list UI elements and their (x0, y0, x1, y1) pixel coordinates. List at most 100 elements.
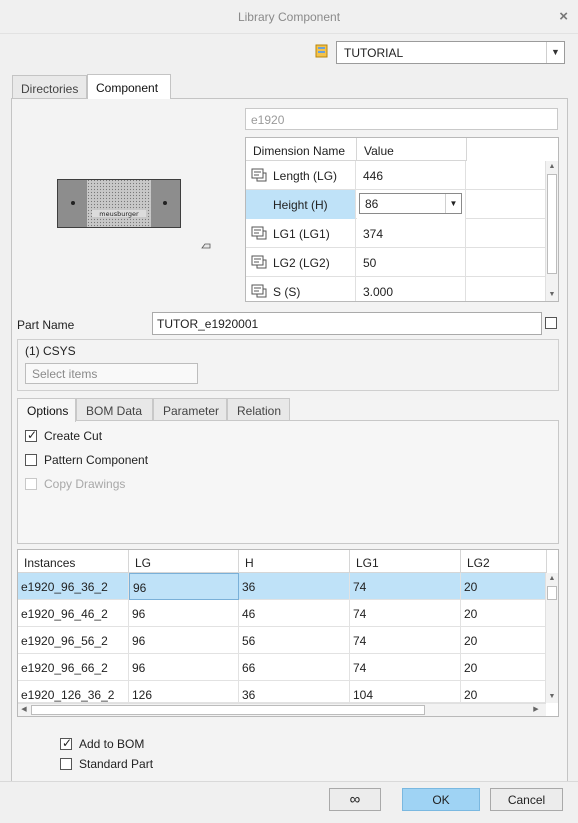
lg-cell[interactable]: 96 (129, 654, 239, 681)
lg1-cell[interactable]: 104 (350, 681, 461, 702)
instances-horizontal-scrollbar[interactable]: ◀ ▶ (18, 703, 546, 716)
part-name-input[interactable]: TUTOR_e1920001 (152, 312, 542, 335)
pattern-component-label: Pattern Component (44, 453, 149, 467)
standard-part-label: Standard Part (79, 757, 154, 771)
scroll-right-icon[interactable]: ▶ (530, 704, 542, 716)
tab-component[interactable]: Component (87, 74, 171, 99)
svg-text:meusburger: meusburger (99, 210, 139, 218)
dimension-name: LG2 (LG2) (246, 248, 356, 277)
scrollbar-thumb[interactable] (547, 174, 557, 274)
h-cell[interactable]: 66 (239, 654, 350, 681)
table-row[interactable]: e1920_126_36_2 126 36 104 20 (18, 681, 546, 703)
lg1-cell[interactable]: 74 (350, 573, 461, 600)
table-row[interactable]: e1920_96_56_2 96 56 74 20 (18, 627, 546, 654)
column-header-lg2[interactable]: LG2 (461, 550, 547, 573)
lg2-cell[interactable]: 20 (461, 627, 546, 654)
close-icon[interactable]: × (559, 8, 568, 25)
lg1-cell[interactable]: 74 (350, 654, 461, 681)
dimension-name: S (S) (246, 277, 356, 301)
table-row[interactable]: e1920_96_46_2 96 46 74 20 (18, 600, 546, 627)
copy-drawings-checkbox (25, 478, 37, 490)
ok-button[interactable]: OK (402, 788, 480, 811)
scrollbar-thumb[interactable] (31, 705, 425, 715)
library-dropdown-value: TUTORIAL (344, 46, 404, 60)
column-header-instances[interactable]: Instances (18, 550, 129, 573)
tab-relation[interactable]: Relation (227, 398, 290, 421)
lg2-cell[interactable]: 20 (461, 654, 546, 681)
dimension-value[interactable]: 3.000 (357, 277, 466, 301)
checkmark-icon: ✓ (27, 428, 38, 442)
scroll-down-icon[interactable]: ▼ (546, 289, 558, 301)
h-cell[interactable]: 46 (239, 600, 350, 627)
instance-name-cell: e1920_96_36_2 (18, 573, 129, 600)
window-title: Library Component (237, 10, 341, 24)
tab-directories[interactable]: Directories (12, 75, 87, 99)
title-bar: Library Component × (0, 0, 578, 34)
standard-part-checkbox[interactable] (60, 758, 72, 770)
lg2-cell[interactable]: 20 (461, 600, 546, 627)
scrollbar-thumb[interactable] (547, 586, 557, 600)
library-icon (315, 44, 328, 58)
add-to-bom-checkbox[interactable]: ✓ (60, 736, 72, 750)
scroll-up-icon[interactable]: ▲ (546, 573, 558, 585)
lg2-cell[interactable]: 20 (461, 573, 546, 600)
dimension-value-dropdown[interactable]: 86 ▼ (359, 193, 462, 214)
tab-parameter[interactable]: Parameter (153, 398, 227, 421)
preview-button[interactable]: ∞ (329, 788, 381, 811)
lg2-cell[interactable]: 20 (461, 681, 546, 702)
dimension-row[interactable]: Length (LG) 446 (246, 161, 547, 190)
h-cell[interactable]: 56 (239, 627, 350, 654)
dimension-row[interactable]: LG2 (LG2) 50 (246, 248, 547, 277)
dimension-value[interactable]: 446 (357, 161, 466, 190)
column-header-lg[interactable]: LG (129, 550, 239, 573)
pattern-component-checkbox[interactable] (25, 454, 37, 466)
column-header-dimension-name[interactable]: Dimension Name (246, 138, 357, 161)
h-cell[interactable]: 36 (239, 573, 350, 600)
eraser-icon (201, 243, 211, 249)
cancel-button[interactable]: Cancel (490, 788, 563, 811)
csys-label: (1) CSYS (25, 344, 76, 358)
scroll-left-icon[interactable]: ◀ (18, 704, 30, 716)
part-name-checkbox[interactable] (545, 317, 557, 329)
table-row[interactable]: e1920_96_66_2 96 66 74 20 (18, 654, 546, 681)
dimension-row-selected[interactable]: Height (H) 86 ▼ (246, 190, 547, 219)
part-name-label: Part Name (17, 318, 75, 332)
instances-vertical-scrollbar[interactable]: ▲ ▼ (545, 573, 558, 703)
column-header-h[interactable]: H (239, 550, 350, 573)
lg-cell[interactable]: 126 (129, 681, 239, 702)
instances-table: Instances LG H LG1 LG2 e1920_96_36_2 96 … (17, 549, 559, 717)
lg1-cell[interactable]: 74 (350, 600, 461, 627)
table-row-selected[interactable]: e1920_96_36_2 96 36 74 20 (18, 573, 546, 600)
h-cell[interactable]: 36 (239, 681, 350, 702)
chevron-down-icon[interactable]: ▼ (546, 42, 564, 63)
dimension-value[interactable]: 374 (357, 219, 466, 248)
dimension-name: Length (LG) (246, 161, 356, 190)
lg-cell[interactable]: 96 (129, 600, 239, 627)
instance-name-cell: e1920_96_66_2 (18, 654, 129, 681)
instance-name-cell: e1920_126_36_2 (18, 681, 129, 702)
column-header-value[interactable]: Value (357, 138, 467, 161)
lg1-cell[interactable]: 74 (350, 627, 461, 654)
create-cut-checkbox[interactable]: ✓ (25, 428, 38, 442)
tab-options[interactable]: Options (17, 398, 76, 422)
dimension-table-scrollbar[interactable]: ▲ ▼ (545, 161, 558, 301)
library-dropdown[interactable]: TUTORIAL ▼ (336, 41, 565, 64)
chevron-down-icon[interactable]: ▼ (445, 194, 461, 213)
csys-select-field[interactable]: Select items (25, 363, 198, 384)
dimension-name: Height (H) (246, 190, 356, 219)
dimension-row[interactable]: S (S) 3.000 (246, 277, 547, 301)
lg-cell[interactable]: 96 (129, 573, 239, 600)
glasses-icon: ∞ (349, 791, 361, 808)
scroll-up-icon[interactable]: ▲ (546, 161, 558, 173)
lg-cell[interactable]: 96 (129, 627, 239, 654)
model-name-field[interactable]: e1920 (245, 108, 558, 130)
dimension-row[interactable]: LG1 (LG1) 374 (246, 219, 547, 248)
dimension-value: 86 (365, 197, 379, 211)
instance-name-cell: e1920_96_46_2 (18, 600, 129, 627)
dimension-value[interactable]: 50 (357, 248, 466, 277)
scroll-down-icon[interactable]: ▼ (546, 691, 558, 703)
tab-bom-data[interactable]: BOM Data (76, 398, 153, 421)
copy-drawings-label: Copy Drawings (44, 477, 126, 491)
dimension-name: LG1 (LG1) (246, 219, 356, 248)
column-header-lg1[interactable]: LG1 (350, 550, 461, 573)
